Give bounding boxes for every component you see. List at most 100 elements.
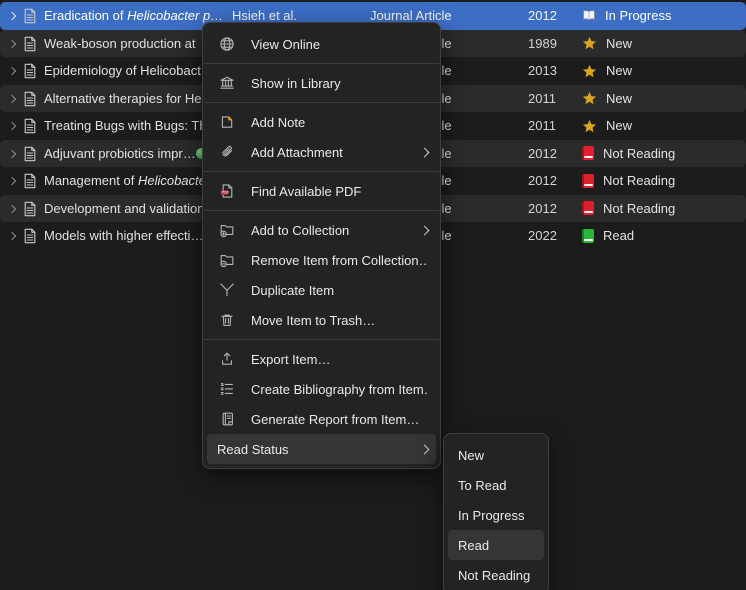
menu-item-read-status[interactable]: Read Status <box>207 434 436 464</box>
menu-separator <box>204 210 439 211</box>
document-icon <box>23 228 37 247</box>
title-segment: Helicobacter p… <box>127 8 223 23</box>
menu-item-show-in-library[interactable]: Show in Library <box>203 68 440 98</box>
cell-read-status: New <box>582 85 742 113</box>
reference-manager-window: Eradication of Helicobacter p…Hsieh et a… <box>0 0 746 590</box>
menu-item-label: Duplicate Item <box>251 283 334 298</box>
document-icon <box>23 8 37 27</box>
menu-item-remove-item-from-collection[interactable]: Remove Item from Collection… <box>203 245 440 275</box>
status-label: Not Reading <box>603 140 675 168</box>
cell-year: 2022 <box>528 222 568 250</box>
cell-read-status: Read <box>582 222 742 250</box>
submenu-arrow-icon <box>420 225 430 235</box>
menu-item-move-item-to-trash[interactable]: Move Item to Trash… <box>203 305 440 335</box>
menu-separator <box>204 339 439 340</box>
submenu-item-read[interactable]: Read <box>448 530 544 560</box>
pdf-icon: PDF <box>217 183 237 199</box>
document-icon <box>23 91 37 110</box>
svg-text:PDF: PDF <box>222 191 230 195</box>
menu-item-add-note[interactable]: Add Note <box>203 107 440 137</box>
expand-chevron-icon[interactable] <box>8 39 16 47</box>
paperclip-icon <box>217 144 237 160</box>
expand-chevron-icon[interactable] <box>8 232 16 240</box>
submenu-arrow-icon <box>420 147 430 157</box>
cell-read-status: In Progress <box>582 2 742 30</box>
menu-item-find-available-pdf[interactable]: PDF Find Available PDF <box>203 176 440 206</box>
submenu-item-new[interactable]: New <box>444 440 548 470</box>
menu-item-label: Add Attachment <box>251 145 343 160</box>
star-icon <box>582 36 597 50</box>
cell-year: 2011 <box>528 112 568 140</box>
cell-read-status: Not Reading <box>582 195 742 223</box>
menu-separator <box>204 63 439 64</box>
menu-item-label: Create Bibliography from Item… <box>251 382 428 397</box>
document-icon <box>23 63 37 82</box>
document-icon <box>23 146 37 165</box>
menu-item-label: Find Available PDF <box>251 184 361 199</box>
submenu-item-not-reading[interactable]: Not Reading <box>444 560 548 590</box>
book-red-icon <box>582 174 594 188</box>
cell-read-status: New <box>582 57 742 85</box>
document-icon <box>23 118 37 137</box>
title-segment: Models with higher effecti… <box>44 228 203 243</box>
note-icon <box>217 114 237 130</box>
menu-item-generate-report-from-item[interactable]: Generate Report from Item… <box>203 404 440 434</box>
report-icon <box>217 411 237 427</box>
document-icon <box>23 173 37 192</box>
duplicate-icon <box>217 282 237 298</box>
collection-remove-icon <box>217 252 237 268</box>
cell-year: 1989 <box>528 30 568 58</box>
menu-separator <box>204 102 439 103</box>
menu-item-label: Export Item… <box>251 352 330 367</box>
expand-chevron-icon[interactable] <box>8 122 16 130</box>
title-segment: Weak-boson production at <box>44 36 196 51</box>
menu-item-label: Show in Library <box>251 76 341 91</box>
status-label: New <box>606 30 632 58</box>
book-red-icon <box>582 146 594 160</box>
submenu-item-in-progress[interactable]: In Progress <box>444 500 548 530</box>
bibliography-icon <box>217 381 237 397</box>
cell-read-status: New <box>582 30 742 58</box>
title-segment: Management of <box>44 173 138 188</box>
expand-chevron-icon[interactable] <box>8 94 16 102</box>
document-icon <box>23 36 37 55</box>
expand-chevron-icon[interactable] <box>8 177 16 185</box>
menu-item-label: Read Status <box>217 442 289 457</box>
cell-year: 2012 <box>528 195 568 223</box>
submenu-item-to-read[interactable]: To Read <box>444 470 548 500</box>
menu-item-add-attachment[interactable]: Add Attachment <box>203 137 440 167</box>
submenu-arrow-icon <box>420 444 430 454</box>
expand-chevron-icon[interactable] <box>8 67 16 75</box>
title-segment: Alternative therapies for He <box>44 91 202 106</box>
menu-item-label: Generate Report from Item… <box>251 412 419 427</box>
star-icon <box>582 119 597 133</box>
cell-year: 2013 <box>528 57 568 85</box>
context-menu: View Online Show in Library Add Note Add At… <box>202 22 441 469</box>
menu-item-label: Add to Collection <box>251 223 349 238</box>
expand-chevron-icon[interactable] <box>8 12 16 20</box>
library-icon <box>217 75 237 91</box>
cell-year: 2012 <box>528 140 568 168</box>
export-icon <box>217 351 237 367</box>
expand-chevron-icon[interactable] <box>8 204 16 212</box>
menu-item-create-bibliography-from-item[interactable]: Create Bibliography from Item… <box>203 374 440 404</box>
menu-item-label: Remove Item from Collection… <box>251 253 428 268</box>
book-open-icon <box>582 9 596 22</box>
cell-read-status: Not Reading <box>582 167 742 195</box>
read-status-submenu: NewTo ReadIn ProgressReadNot Reading <box>443 433 549 590</box>
title-segment: Helicobacte <box>138 173 206 188</box>
title-segment: Eradication of <box>44 8 127 23</box>
menu-item-label: Add Note <box>251 115 305 130</box>
trash-icon <box>217 312 237 328</box>
title-segment: Development and validation <box>44 201 204 216</box>
menu-item-view-online[interactable]: View Online <box>203 29 440 59</box>
document-icon <box>23 201 37 220</box>
expand-chevron-icon[interactable] <box>8 149 16 157</box>
title-segment: Adjuvant probiotics impr… <box>44 146 196 161</box>
cell-year: 2012 <box>528 2 568 30</box>
menu-item-label: Move Item to Trash… <box>251 313 375 328</box>
menu-item-duplicate-item[interactable]: Duplicate Item <box>203 275 440 305</box>
status-label: Not Reading <box>603 195 675 223</box>
menu-item-export-item[interactable]: Export Item… <box>203 344 440 374</box>
menu-item-add-to-collection[interactable]: Add to Collection <box>203 215 440 245</box>
